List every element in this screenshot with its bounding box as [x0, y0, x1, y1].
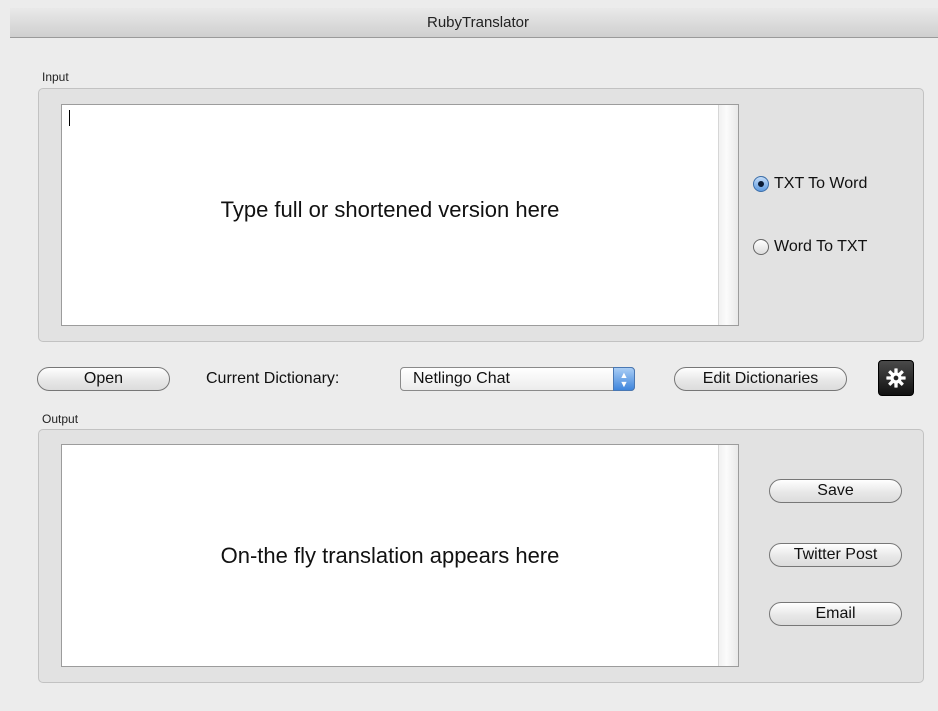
edit-dictionaries-button[interactable]: Edit Dictionaries: [674, 367, 847, 391]
twitter-post-button[interactable]: Twitter Post: [769, 543, 902, 567]
radio-word-to-txt-label: Word To TXT: [774, 238, 868, 255]
dictionary-selected-value: Netlingo Chat: [413, 370, 510, 387]
input-groupbox: Type full or shortened version here TXT …: [38, 88, 924, 342]
settings-button[interactable]: [878, 360, 914, 396]
radio-unselected-icon: [753, 239, 769, 255]
window-titlebar: RubyTranslator: [10, 8, 938, 38]
text-caret: [69, 110, 70, 126]
email-button[interactable]: Email: [769, 602, 902, 626]
open-button[interactable]: Open: [37, 367, 170, 391]
input-textarea[interactable]: Type full or shortened version here: [61, 104, 739, 326]
input-placeholder: Type full or shortened version here: [220, 197, 560, 222]
radio-selected-icon: [753, 176, 769, 192]
radio-txt-to-word-label: TXT To Word: [774, 175, 868, 192]
output-placeholder: On-the fly translation appears here: [220, 543, 560, 568]
save-button[interactable]: Save: [769, 479, 902, 503]
output-scrollbar[interactable]: [718, 445, 738, 666]
output-section-label: Output: [42, 412, 79, 426]
radio-word-to-txt[interactable]: Word To TXT: [753, 238, 867, 256]
window-title: RubyTranslator: [427, 14, 529, 31]
output-textarea[interactable]: On-the fly translation appears here: [61, 444, 739, 667]
output-groupbox: On-the fly translation appears here Save…: [38, 429, 924, 683]
radio-txt-to-word[interactable]: TXT To Word: [753, 175, 867, 193]
input-scrollbar[interactable]: [718, 105, 738, 325]
dictionary-select[interactable]: Netlingo Chat ▲ ▼: [400, 367, 635, 391]
input-section-label: Input: [42, 70, 69, 84]
current-dictionary-label: Current Dictionary:: [206, 370, 340, 387]
window-body: Input Type full or shortened version her…: [10, 38, 938, 711]
gear-icon: [886, 368, 906, 388]
updown-arrows-icon: ▲ ▼: [613, 367, 635, 391]
